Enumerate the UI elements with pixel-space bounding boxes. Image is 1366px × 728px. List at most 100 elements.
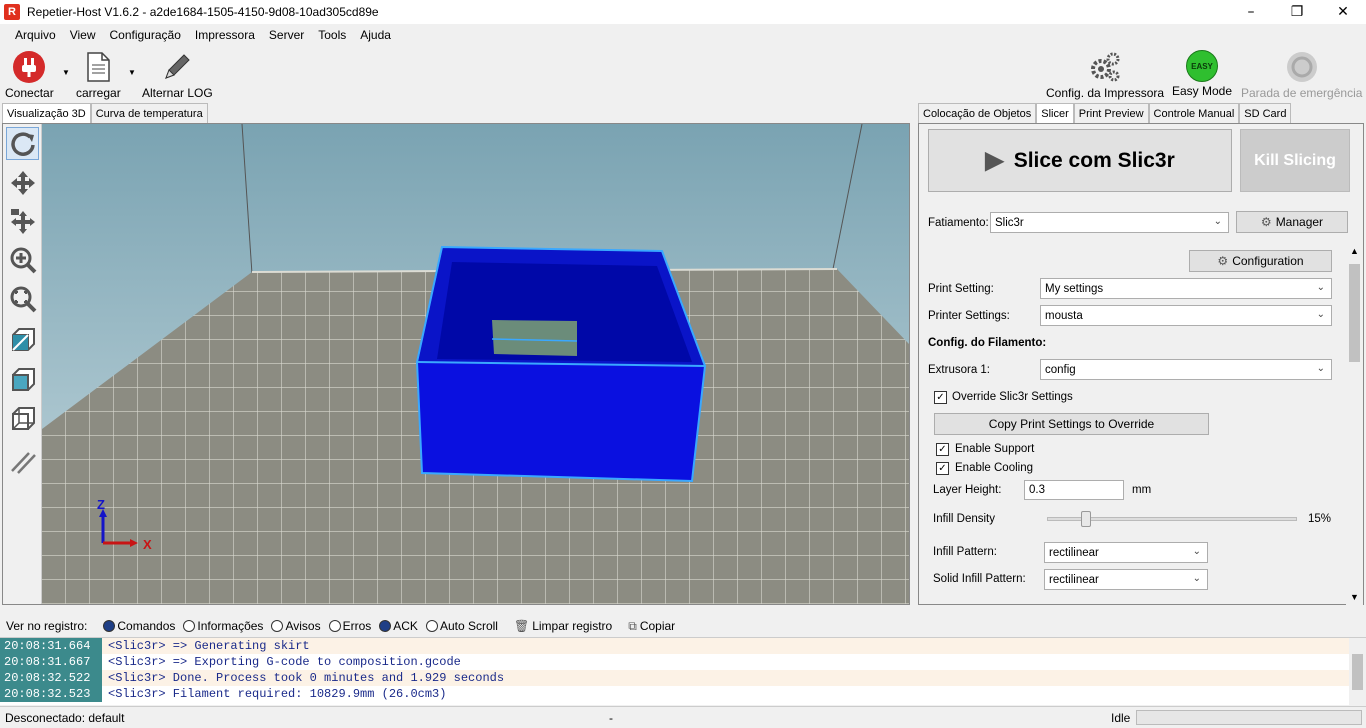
slider-thumb[interactable] <box>1080 511 1091 527</box>
filter-ack[interactable]: ACK <box>379 619 418 633</box>
filter-warnings[interactable]: Avisos <box>271 619 321 633</box>
infill-density-slider[interactable] <box>1047 511 1297 527</box>
easy-mode-button[interactable]: EASY Easy Mode <box>1172 50 1232 98</box>
panel-tabs: Colocação de Objetos Slicer Print Previe… <box>918 103 1292 123</box>
emergency-stop-button[interactable]: Parada de emergência <box>1241 50 1362 100</box>
filter-warnings-label: Avisos <box>285 619 321 633</box>
tab-manual-control[interactable]: Controle Manual <box>1148 103 1240 123</box>
load-button[interactable]: carregar <box>76 50 121 100</box>
solid-infill-label: Solid Infill Pattern: <box>933 573 1026 585</box>
filter-commands-label: Comandos <box>117 619 176 633</box>
log-row: 20:08:31.667 <Slic3r> => Exporting G-code… <box>0 654 1366 670</box>
parallel-projection-icon[interactable] <box>6 444 39 477</box>
tab-temperature-curve[interactable]: Curva de temperatura <box>90 103 208 123</box>
copy-settings-button[interactable]: Copy Print Settings to Override <box>934 413 1209 435</box>
zoom-in-icon[interactable] <box>6 243 39 276</box>
minimize-icon[interactable]: – <box>1228 0 1274 24</box>
filter-commands[interactable]: Comandos <box>103 619 175 633</box>
side-view-icon[interactable] <box>6 401 39 434</box>
configuration-button[interactable]: ⚙ Configuration <box>1189 250 1332 272</box>
extruder-select[interactable]: config ⌄ <box>1040 359 1332 380</box>
slicer-select[interactable]: Slic3r ⌄ <box>990 212 1229 233</box>
radio-ack-icon <box>379 620 392 632</box>
menu-view[interactable]: View <box>63 28 103 42</box>
gear-icon: ⚙ <box>1260 215 1272 229</box>
extruder-value: config <box>1045 363 1076 376</box>
slicer-panel: ▶ Slice com Slic3r Kill Slicing Fatiamen… <box>918 123 1364 606</box>
infill-pattern-select[interactable]: rectilinear ⌄ <box>1044 542 1208 563</box>
printed-object[interactable] <box>415 245 707 483</box>
override-checkbox[interactable]: ✓ <box>934 391 947 404</box>
chevron-down-icon: ⌄ <box>1192 573 1201 584</box>
configuration-label: Configuration <box>1232 254 1304 268</box>
menu-ajuda[interactable]: Ajuda <box>353 28 398 42</box>
filter-errors[interactable]: Erros <box>328 619 371 633</box>
infill-pattern-label: Infill Pattern: <box>933 546 997 558</box>
tab-sd-card[interactable]: SD Card <box>1239 103 1292 123</box>
view-toolbar <box>3 124 42 604</box>
printer-settings-select[interactable]: mousta ⌄ <box>1040 305 1332 326</box>
enable-cooling-checkbox[interactable]: ✓ <box>936 462 949 475</box>
front-view-icon[interactable] <box>6 322 39 355</box>
log-view[interactable]: 20:08:31.664 <Slic3r> => Generating skirt… <box>0 637 1366 706</box>
connect-dropdown-icon[interactable]: ▼ <box>62 68 70 77</box>
restore-icon[interactable]: ❐ <box>1274 0 1320 24</box>
log-message: <Slic3r> Filament required: 10829.9mm (2… <box>102 686 1366 702</box>
slice-button-label: Slice com Slic3r <box>1013 148 1175 172</box>
scroll-up-icon[interactable]: ▲ <box>1346 246 1363 260</box>
solid-infill-select[interactable]: rectilinear ⌄ <box>1044 569 1208 590</box>
fit-view-icon[interactable] <box>6 282 39 315</box>
print-setting-select[interactable]: My settings ⌄ <box>1040 278 1332 299</box>
rotate-icon[interactable] <box>6 127 39 160</box>
log-scroll-thumb[interactable] <box>1352 654 1363 690</box>
move-icon[interactable] <box>6 166 39 199</box>
log-message: <Slic3r> => Exporting G-code to composit… <box>102 654 1366 670</box>
toolbar: Conectar ▼ carregar ▼ Alternar LOG Confi… <box>0 46 1366 102</box>
scroll-thumb[interactable] <box>1349 264 1360 362</box>
filter-info[interactable]: Informações <box>183 619 263 633</box>
menu-server[interactable]: Server <box>262 28 311 42</box>
filter-autoscroll-label: Auto Scroll <box>439 619 498 633</box>
enable-support-checkbox[interactable]: ✓ <box>936 443 949 456</box>
panel-scrollbar[interactable]: ▲ ▼ <box>1346 246 1363 606</box>
tab-slicer[interactable]: Slicer <box>1036 103 1074 123</box>
move-object-icon[interactable] <box>6 204 39 237</box>
printer-state: Idle <box>1111 710 1131 725</box>
status-separator: - <box>609 710 613 725</box>
menu-tools[interactable]: Tools <box>311 28 353 42</box>
menu-impressora[interactable]: Impressora <box>188 28 262 42</box>
menu-arquivo[interactable]: Arquivo <box>8 28 63 42</box>
top-view-icon[interactable] <box>6 362 39 395</box>
kill-slicing-button[interactable]: Kill Slicing <box>1240 129 1350 192</box>
connect-button[interactable]: Conectar <box>5 50 54 100</box>
radio-warnings-icon <box>271 620 284 632</box>
load-dropdown-icon[interactable]: ▼ <box>128 68 136 77</box>
filter-info-label: Informações <box>197 619 264 633</box>
layer-height-unit: mm <box>1132 484 1152 496</box>
clear-log-button[interactable]: 🗑 Limpar registro <box>514 619 612 633</box>
radio-errors-icon <box>328 620 341 632</box>
chevron-down-icon: ⌄ <box>1316 282 1325 293</box>
close-icon[interactable]: ✕ <box>1320 0 1366 24</box>
radio-commands-icon <box>103 620 116 632</box>
scroll-down-icon[interactable]: ▼ <box>1346 592 1363 606</box>
tab-3d-view[interactable]: Visualização 3D <box>2 103 91 123</box>
copy-log-button[interactable]: ⧉ Copiar <box>628 619 675 634</box>
3d-viewport[interactable]: Z X <box>42 123 909 604</box>
manager-button[interactable]: ⚙ Manager <box>1236 211 1348 233</box>
chevron-down-icon: ⌄ <box>1192 546 1201 557</box>
tab-print-preview[interactable]: Print Preview <box>1073 103 1149 123</box>
layer-height-input[interactable]: 0.3 <box>1024 480 1124 500</box>
kill-slicing-label: Kill Slicing <box>1254 151 1336 169</box>
log-scrollbar[interactable] <box>1349 638 1366 706</box>
menu-configuracao[interactable]: Configuração <box>102 28 187 42</box>
tab-object-placement[interactable]: Colocação de Objetos <box>918 103 1037 123</box>
slice-button[interactable]: ▶ Slice com Slic3r <box>928 129 1232 192</box>
filter-autoscroll[interactable]: Auto Scroll <box>425 619 498 633</box>
infill-density-value: 15% <box>1308 513 1332 525</box>
easy-mode-label: Easy Mode <box>1172 84 1233 98</box>
toggle-log-button[interactable]: Alternar LOG <box>142 50 213 100</box>
enable-support-label: Enable Support <box>955 443 1035 455</box>
printer-config-button[interactable]: Config. da Impressora <box>1046 50 1164 100</box>
layer-height-value: 0.3 <box>1029 484 1045 496</box>
